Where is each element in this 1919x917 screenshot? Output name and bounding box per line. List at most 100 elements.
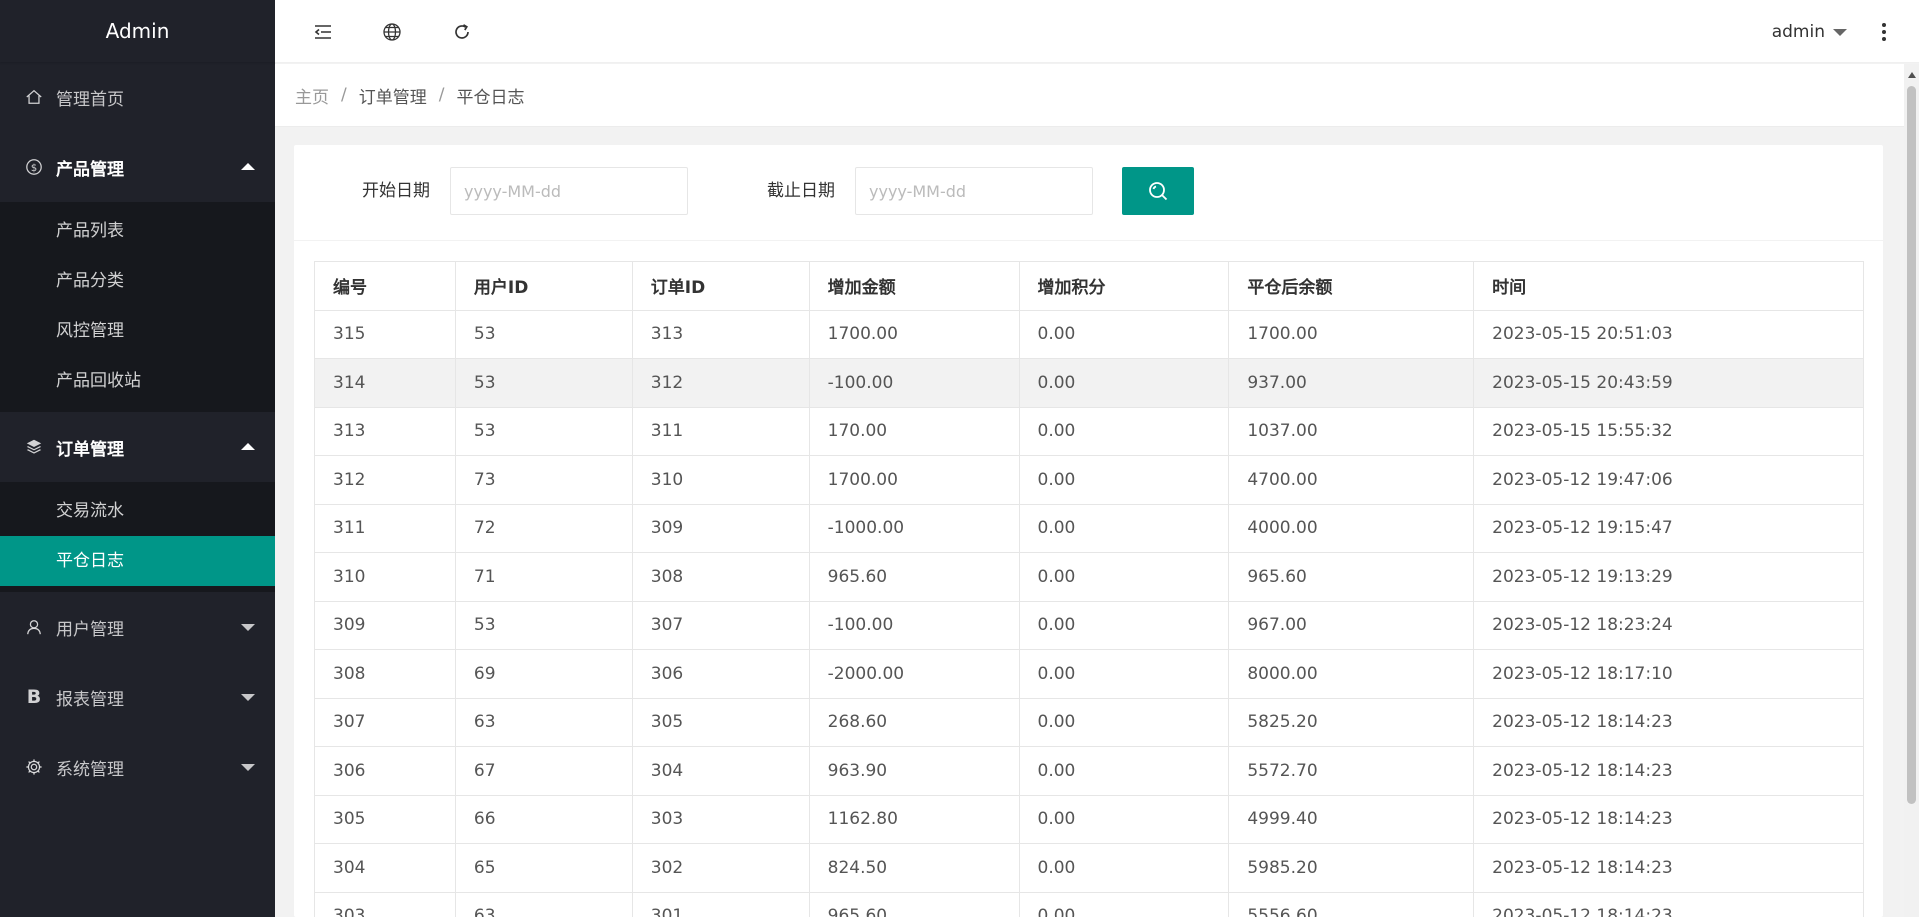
caret-down-icon bbox=[1833, 28, 1847, 36]
sidebar-item-close-log[interactable]: 平仓日志 bbox=[0, 536, 275, 586]
table-cell: 53 bbox=[454, 358, 633, 408]
app-logo[interactable]: Admin bbox=[0, 0, 275, 62]
table-cell: 963.90 bbox=[808, 746, 1020, 796]
table-cell: 268.60 bbox=[808, 697, 1020, 747]
table-row[interactable]: 315 53 313 1700.00 0.00 1700.00 2023-05-15 20:… bbox=[314, 309, 1864, 359]
more-vertical-icon[interactable] bbox=[1877, 20, 1891, 44]
sidebar-item-risk-control[interactable]: 风控管理 bbox=[0, 306, 275, 356]
table-row[interactable]: 313 53 311 170.00 0.00 1037.00 2023-05-15 15:5… bbox=[314, 406, 1864, 456]
caret-down-icon bbox=[241, 694, 255, 701]
table-cell: 0.00 bbox=[1018, 552, 1230, 602]
col-header-user-id[interactable]: 用户ID bbox=[454, 261, 633, 311]
table-cell: 2023-05-15 20:43:59 bbox=[1473, 358, 1864, 408]
product-subnav: 产品列表 产品分类 风控管理 产品回收站 bbox=[0, 202, 275, 412]
table-row[interactable]: 307 63 305 268.60 0.00 5825.20 2023-05-12 18:1… bbox=[314, 697, 1864, 747]
top-header: admin bbox=[275, 0, 1919, 63]
filter-form: 开始日期 截止日期 bbox=[294, 145, 1883, 241]
dollar-circle-icon: $ bbox=[24, 157, 44, 177]
table-row[interactable]: 306 67 304 963.90 0.00 5572.70 2023-05-12 18:1… bbox=[314, 746, 1864, 796]
col-header-points[interactable]: 增加积分 bbox=[1018, 261, 1230, 311]
home-icon bbox=[24, 87, 44, 107]
col-header-balance[interactable]: 平仓后余额 bbox=[1228, 261, 1475, 311]
col-header-id[interactable]: 编号 bbox=[314, 261, 456, 311]
table-cell: -1000.00 bbox=[808, 503, 1020, 553]
table-cell: 2023-05-12 18:14:23 bbox=[1473, 746, 1864, 796]
table-cell: -100.00 bbox=[808, 600, 1020, 650]
start-date-label: 开始日期 bbox=[362, 181, 430, 201]
col-header-amount[interactable]: 增加金额 bbox=[808, 261, 1020, 311]
sidebar-item-product-list[interactable]: 产品列表 bbox=[0, 206, 275, 256]
end-date-input[interactable] bbox=[855, 167, 1093, 215]
col-header-time[interactable]: 时间 bbox=[1473, 261, 1864, 311]
table-cell: 303 bbox=[631, 794, 810, 844]
refresh-icon[interactable] bbox=[450, 20, 474, 44]
sidebar-item-product-recycle[interactable]: 产品回收站 bbox=[0, 356, 275, 406]
table-cell: 311 bbox=[314, 503, 456, 553]
gear-icon bbox=[24, 757, 44, 777]
breadcrumb-separator: / bbox=[341, 85, 347, 105]
table-cell: 965.60 bbox=[808, 891, 1020, 917]
table-cell: 0.00 bbox=[1018, 600, 1230, 650]
table-cell: 4700.00 bbox=[1228, 455, 1475, 505]
table-cell: 1162.80 bbox=[808, 794, 1020, 844]
table-cell: 308 bbox=[631, 552, 810, 602]
sidebar-item-user[interactable]: 用户管理 bbox=[0, 592, 275, 662]
table-cell: 0.00 bbox=[1018, 358, 1230, 408]
sidebar-item-label: 用户管理 bbox=[56, 619, 124, 640]
table-cell: 63 bbox=[454, 697, 633, 747]
table-cell: 305 bbox=[631, 697, 810, 747]
table-cell: 4000.00 bbox=[1228, 503, 1475, 553]
table-row[interactable]: 311 72 309 -1000.00 0.00 4000.00 2023-05-12 19… bbox=[314, 503, 1864, 553]
caret-up-icon bbox=[241, 163, 255, 170]
svg-text:$: $ bbox=[31, 163, 37, 174]
globe-icon[interactable] bbox=[380, 20, 404, 44]
scrollbar-thumb[interactable] bbox=[1907, 86, 1916, 804]
table-cell: 0.00 bbox=[1018, 503, 1230, 553]
sidebar-item-transactions[interactable]: 交易流水 bbox=[0, 486, 275, 536]
sidebar-item-label: 系统管理 bbox=[56, 759, 124, 780]
table-cell: 2023-05-12 19:15:47 bbox=[1473, 503, 1864, 553]
collapse-menu-icon[interactable] bbox=[311, 20, 335, 44]
table-cell: 2023-05-12 18:14:23 bbox=[1473, 697, 1864, 747]
table-cell: 1700.00 bbox=[808, 309, 1020, 359]
table-row[interactable]: 312 73 310 1700.00 0.00 4700.00 2023-05-12 19:… bbox=[314, 455, 1864, 505]
table-row[interactable]: 314 53 312 -100.00 0.00 937.00 2023-05-15 20:4… bbox=[314, 358, 1864, 408]
table-cell: 303 bbox=[314, 891, 456, 917]
table-cell: -2000.00 bbox=[808, 649, 1020, 699]
table-cell: 937.00 bbox=[1228, 358, 1475, 408]
table-cell: 5825.20 bbox=[1228, 697, 1475, 747]
table-row[interactable]: 308 69 306 -2000.00 0.00 8000.00 2023-05-12 18… bbox=[314, 649, 1864, 699]
col-header-order-id[interactable]: 订单ID bbox=[631, 261, 810, 311]
table-cell: 5556.60 bbox=[1228, 891, 1475, 917]
table-row[interactable]: 309 53 307 -100.00 0.00 967.00 2023-05-12 18:2… bbox=[314, 600, 1864, 650]
sidebar-item-label: 订单管理 bbox=[56, 439, 124, 460]
sidebar-item-report[interactable]: B 报表管理 bbox=[0, 662, 275, 732]
table-cell: 309 bbox=[314, 600, 456, 650]
scroll-up-arrow-icon[interactable] bbox=[1908, 72, 1916, 78]
start-date-input[interactable] bbox=[450, 167, 688, 215]
caret-down-icon bbox=[241, 624, 255, 631]
table-row[interactable]: 305 66 303 1162.80 0.00 4999.40 2023-05-12 18:… bbox=[314, 794, 1864, 844]
sidebar: Admin 管理首页 $ 产品管理 产品列表 产品分类 风控管理 产品回收站 订… bbox=[0, 0, 275, 917]
order-subnav: 交易流水 平仓日志 bbox=[0, 482, 275, 592]
table-row[interactable]: 303 63 301 965.60 0.00 5556.60 2023-05-12 18:1… bbox=[314, 891, 1864, 917]
breadcrumb-home[interactable]: 主页 bbox=[295, 83, 329, 108]
table-cell: 0.00 bbox=[1018, 455, 1230, 505]
sidebar-item-system[interactable]: 系统管理 bbox=[0, 732, 275, 802]
table-cell: 301 bbox=[631, 891, 810, 917]
breadcrumb-current: 平仓日志 bbox=[456, 87, 525, 108]
table-cell: 315 bbox=[314, 309, 456, 359]
table-cell: 5572.70 bbox=[1228, 746, 1475, 796]
sidebar-item-product[interactable]: $ 产品管理 bbox=[0, 132, 275, 202]
table-cell: 2023-05-12 19:47:06 bbox=[1473, 455, 1864, 505]
table-cell: 313 bbox=[631, 309, 810, 359]
sidebar-item-product-category[interactable]: 产品分类 bbox=[0, 256, 275, 306]
vertical-scrollbar[interactable] bbox=[1904, 64, 1919, 917]
search-button[interactable] bbox=[1122, 167, 1194, 215]
table-row[interactable]: 304 65 302 824.50 0.00 5985.20 2023-05-12 18:1… bbox=[314, 843, 1864, 893]
sidebar-item-home[interactable]: 管理首页 bbox=[0, 62, 275, 132]
breadcrumb-section[interactable]: 订单管理 bbox=[359, 83, 427, 108]
user-menu[interactable]: admin bbox=[1772, 20, 1847, 44]
sidebar-item-order[interactable]: 订单管理 bbox=[0, 412, 275, 482]
table-row[interactable]: 310 71 308 965.60 0.00 965.60 2023-05-12 19:13… bbox=[314, 552, 1864, 602]
